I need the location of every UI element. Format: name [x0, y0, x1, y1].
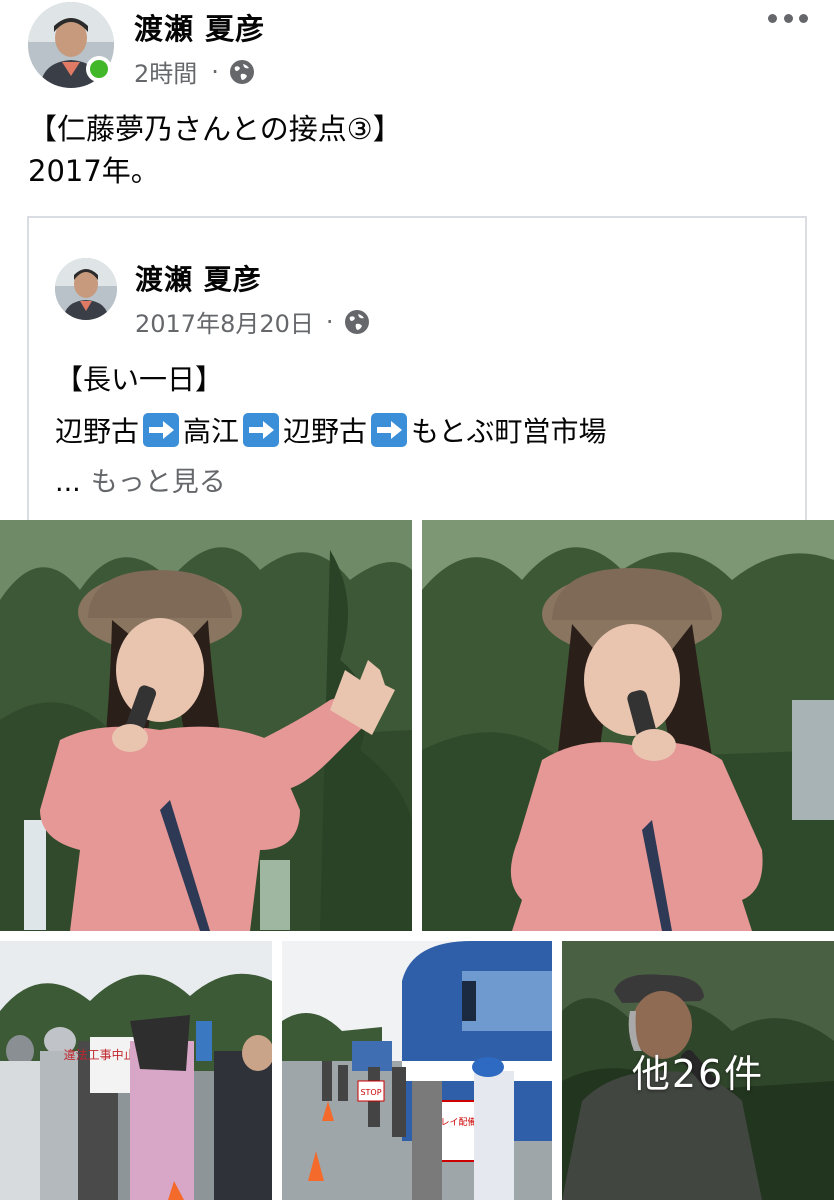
globe-icon	[344, 309, 370, 335]
photo-woman-speaking-waving[interactable]	[0, 520, 412, 931]
route-stop-1: 辺野古	[55, 415, 140, 448]
see-more-link[interactable]: ... もっと見る	[55, 460, 226, 499]
shared-author-name[interactable]: 渡瀬 夏彦	[135, 258, 262, 298]
post-meta: 2時間 ·	[134, 54, 255, 89]
shared-post-route: 辺野古 高江 辺野古 もとぶ町営市場	[55, 410, 607, 450]
facebook-post: 渡瀬 夏彦 2時間 · 【仁藤夢乃さんとの接点③】 2017年。 渡瀬 夏彦 2…	[0, 0, 834, 1200]
globe-icon	[229, 59, 255, 85]
shared-post-card[interactable]: 渡瀬 夏彦 2017年8月20日 · 【長い一日】 辺野古 高江 辺野古 もとぶ…	[27, 216, 807, 520]
shared-post-meta: 2017年8月20日 ·	[135, 304, 370, 339]
author-name[interactable]: 渡瀬 夏彦	[134, 6, 265, 48]
shared-post-title: 【長い一日】	[55, 363, 224, 396]
post-header: 渡瀬 夏彦 2時間 ·	[0, 0, 834, 100]
post-text-line-1: 【仁藤夢乃さんとの接点③】	[28, 112, 402, 146]
route-stop-2: 高江	[183, 415, 240, 448]
more-options-icon[interactable]	[768, 8, 808, 28]
shared-meta-separator: ·	[325, 307, 334, 336]
see-more-label[interactable]: もっと見る	[91, 467, 226, 498]
more-photos-count[interactable]: 他26件	[562, 941, 834, 1200]
route-stop-4: もとぶ町営市場	[411, 415, 607, 448]
post-timestamp[interactable]: 2時間	[134, 54, 197, 89]
shared-author-avatar[interactable]	[55, 258, 117, 320]
right-arrow-icon	[143, 413, 180, 447]
right-arrow-icon	[371, 413, 408, 447]
photo-bus-and-protesters[interactable]: STOP オスプレイ配備撤回	[282, 941, 552, 1200]
photo-protesters-with-signs[interactable]: 違法工事中止せよ!	[0, 941, 272, 1200]
shared-post-date[interactable]: 2017年8月20日	[135, 304, 314, 339]
post-text: 【仁藤夢乃さんとの接点③】 2017年。	[28, 108, 402, 192]
right-arrow-icon	[243, 413, 280, 447]
stop-sign-text: STOP	[360, 1088, 381, 1097]
photo-woman-speaking-close[interactable]	[422, 520, 834, 931]
route-stop-3: 辺野古	[283, 415, 368, 448]
see-more-ellipsis: ...	[55, 467, 81, 498]
photo-man-speaking-more[interactable]: 他26件	[562, 941, 834, 1200]
meta-separator: ·	[211, 57, 219, 86]
post-text-line-2: 2017年。	[28, 154, 160, 188]
online-status-indicator	[86, 56, 112, 82]
